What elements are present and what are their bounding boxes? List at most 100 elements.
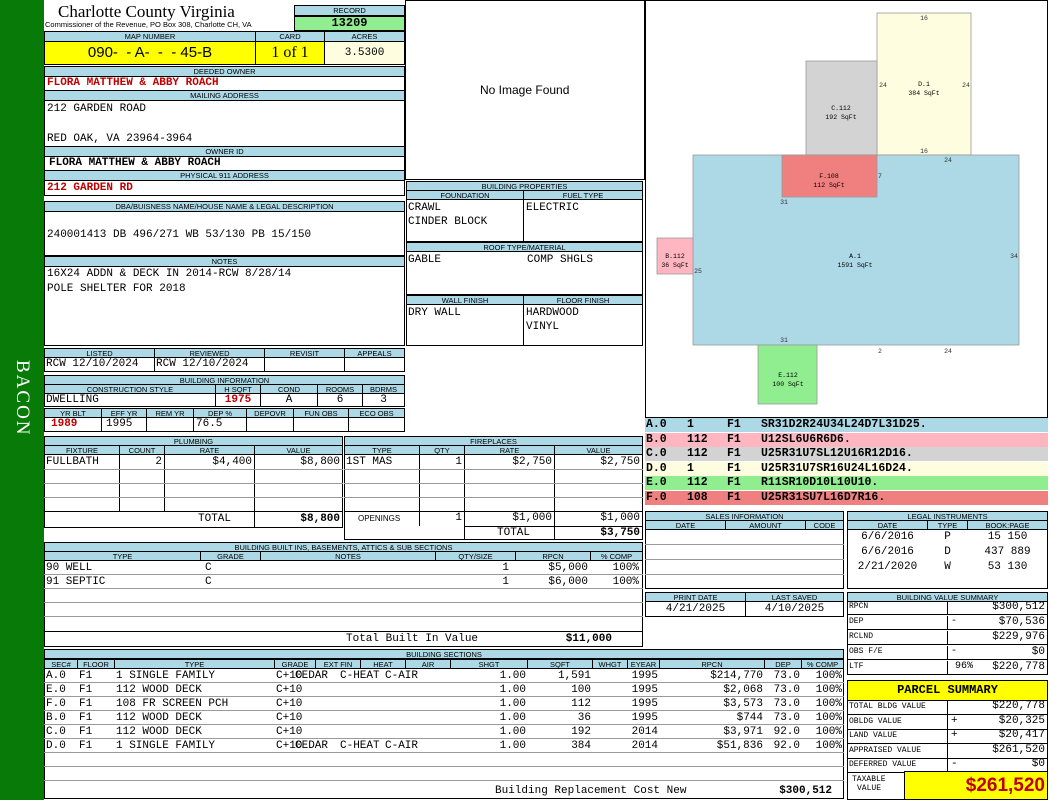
bi-grade: C: [205, 562, 212, 574]
physical-address-value: 212 GARDEN RD: [47, 182, 133, 194]
section-cell-rpcn: $2,068: [723, 684, 763, 696]
bi-comp: 100%: [612, 562, 639, 574]
section-cell-sqft: 384: [571, 740, 591, 752]
section-cell-dep: 73.0: [773, 670, 800, 682]
section-cell-shgt: 1.00: [499, 698, 526, 710]
parcel-value: $261,520: [992, 743, 1045, 756]
section-cell-type: 108 FR SCREEN PCH: [116, 698, 229, 710]
bi-grade: C: [205, 576, 212, 588]
section-cell-sec: C.0: [46, 726, 66, 738]
segment-code: 112: [687, 447, 708, 460]
fp-value: $2,750: [600, 456, 640, 468]
segment-row: A.0 1 F1 SR31D2R24U34L24D7L31D25.: [645, 418, 1048, 432]
map-number: 090- - A- - - 45-B: [44, 41, 256, 65]
parcel-value: $20,325: [998, 714, 1045, 727]
floor-finish-box: HARDWOOD VINYL: [523, 304, 643, 346]
section-cell-sqft: 1,591: [557, 670, 591, 682]
dep-value: 76.5: [196, 418, 223, 430]
taxable-label-1: TAXABLE: [852, 775, 886, 784]
mailing-line1: 212 GARDEN ROAD: [47, 103, 147, 115]
plumbing-fixture: FULLBATH: [46, 456, 99, 468]
plumbing-total: $8,800: [300, 513, 340, 525]
cond-value: A: [260, 393, 318, 407]
area-b-id: B.112: [665, 253, 685, 260]
bvs-row: RPCN $300,512: [847, 601, 1048, 615]
taxable-label-2: VALUE: [857, 784, 882, 793]
section-cell-rpcn: $214,770: [710, 670, 763, 682]
physical-address-box: 212 GARDEN RD: [44, 180, 405, 196]
parcel-value: $20,417: [998, 729, 1045, 741]
deeded-owner-name: FLORA MATTHEW & ABBY ROACH: [47, 77, 219, 89]
section-cell-grade: C+10: [276, 726, 303, 738]
area-c-id: C.112: [831, 105, 851, 112]
bvs-value: $70,536: [998, 616, 1045, 628]
dim-label: 24: [944, 348, 952, 355]
section-cell-rpcn: $3,573: [723, 698, 763, 710]
segment-row: D.0 1 F1 U25R31U7SR16U24L16D24.: [645, 461, 1048, 476]
bi-rpcn: $6,000: [548, 576, 588, 588]
segment-sec: F.0: [646, 490, 667, 504]
section-cell-rpcn: $744: [736, 712, 763, 724]
section-cell-dep: 92.0: [773, 726, 800, 738]
bi-rpcn: $5,000: [548, 562, 588, 574]
bvs-label: RPCN: [849, 602, 869, 611]
section-cell-type: 112 WOOD DECK: [116, 684, 202, 696]
segment-path: U25R31SU7L16D7R16.: [761, 490, 886, 504]
parcel-row: TOTAL BLDG VALUE $220,778: [847, 700, 1048, 715]
revisit-box: [264, 357, 345, 372]
parcel-row: LAND VALUE + $20,417: [847, 729, 1048, 744]
dim-label: 16: [920, 15, 928, 22]
plumbing-rate: $4,400: [212, 456, 252, 468]
section-cell-sec: E.0: [46, 684, 66, 696]
bvs-row: DEP - $70,536: [847, 616, 1048, 630]
bi-qty: 1: [502, 562, 509, 574]
section-cell-shgt: 1.00: [499, 726, 526, 738]
section-cell-floor: F1: [79, 698, 93, 710]
parcel-label: APPRAISED VALUE: [849, 745, 922, 755]
segment-sec: E.0: [646, 476, 667, 489]
hsqft-value: 1975: [215, 393, 261, 407]
mailing-line2: RED OAK, VA 23964-3964: [47, 133, 193, 145]
notes-line2: POLE SHELTER FOR 2018: [47, 283, 186, 295]
card-value: 1 of 1: [255, 41, 325, 65]
dim-label: 2: [878, 348, 882, 355]
segment-sec: C.0: [646, 447, 667, 460]
segment-path: U25R31U7SR16U24L16D24.: [761, 461, 913, 475]
bvs-row: OBS F/E - $0: [847, 646, 1048, 660]
area-e-id: E.112: [778, 372, 798, 379]
segment-row: B.0 112 F1 U12SL6U6R6D6.: [645, 432, 1048, 447]
dba-value: 240001413 DB 496/271 WB 53/130 PB 15/150: [47, 229, 312, 241]
section-cell-floor: F1: [79, 684, 93, 696]
fp-total: $3,750: [600, 527, 640, 539]
plumbing-value: $8,800: [300, 456, 340, 468]
roof-material: COMP SHGLS: [527, 254, 594, 266]
section-cell-dep: 73.0: [773, 698, 800, 710]
owner-id-value: FLORA MATTHEW & ABBY ROACH: [49, 157, 221, 169]
segment-sec: D.0: [646, 461, 667, 475]
ecoobs-box: [348, 417, 405, 432]
bvs-label: OBS F/E: [849, 647, 883, 656]
section-cell-grade: C+10: [276, 684, 303, 696]
bvs-value: $300,512: [992, 601, 1045, 613]
parcel-label: DEFERRED VALUE: [849, 760, 917, 769]
section-cell-comp: 100%: [815, 726, 842, 738]
section-cell-eyear: 1995: [631, 712, 658, 724]
segment-floor: F1: [727, 490, 741, 504]
area-f-sqft: 112 SqFt: [813, 182, 844, 189]
roof-type: GABLE: [408, 254, 442, 266]
section-cell-sqft: 192: [571, 726, 591, 738]
section-cell-comp: 100%: [815, 740, 842, 752]
deeded-owner-box: FLORA MATTHEW & ABBY ROACH: [44, 76, 405, 91]
area-d-sqft: 384 SqFt: [908, 90, 939, 97]
wall-finish-box: DRY WALL: [406, 304, 524, 346]
fp-qty: 1: [455, 456, 462, 468]
effyr-value: 1995: [106, 418, 133, 430]
record-label: RECORD: [294, 5, 405, 16]
section-cell-sec: B.0: [46, 712, 66, 724]
plumbing-count: 2: [155, 456, 162, 468]
segment-code: 112: [687, 432, 708, 446]
bi-total-label: Total Built In Value: [346, 633, 479, 645]
reviewed-value: RCW 12/10/2024: [156, 358, 249, 370]
depovr-box: [246, 417, 294, 432]
bi-type: 91 SEPTIC: [46, 576, 106, 588]
